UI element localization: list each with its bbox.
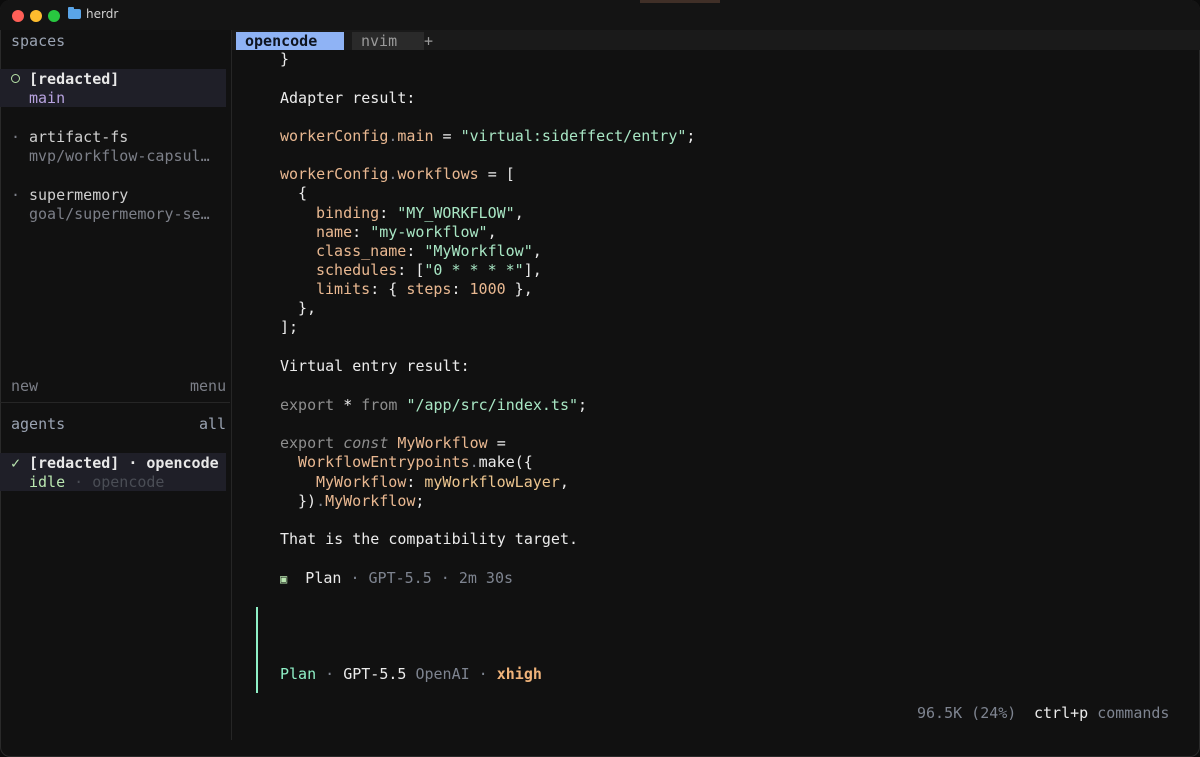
- pane-divider: [231, 30, 232, 740]
- tab-nvim[interactable]: nvim: [352, 32, 424, 50]
- tab-opencode[interactable]: opencode: [236, 32, 344, 50]
- space-item-redacted[interactable]: [redacted] main: [0, 69, 226, 107]
- space-detail: mvp/workflow-capsul…: [29, 147, 210, 165]
- space-name: [redacted]: [29, 70, 120, 88]
- code-line: export const MyWorkflow =: [280, 434, 506, 452]
- code-line: workerConfig.main = "virtual:sideffect/e…: [280, 127, 696, 145]
- space-item-supermemory[interactable]: · supermemory goal/supermemory-se…: [0, 185, 226, 223]
- prompt-mode-line[interactable]: Plan · GPT-5.5 OpenAI · xhigh: [280, 665, 542, 684]
- close-window-button[interactable]: [12, 10, 24, 22]
- code-line: WorkflowEntrypoints.make({: [298, 453, 533, 471]
- title-bar: herdr: [0, 0, 1200, 30]
- code-line: limits: { steps: 1000 },: [316, 280, 533, 298]
- space-name: supermemory: [29, 186, 129, 204]
- space-detail: goal/supermemory-se…: [29, 205, 210, 223]
- window-title: herdr: [68, 7, 118, 21]
- agent-sep: ·: [65, 473, 93, 491]
- space-item-artifact-fs[interactable]: · artifact-fs mvp/workflow-capsul…: [0, 127, 226, 165]
- add-tab-button[interactable]: +: [424, 32, 433, 50]
- agents-header: agents: [11, 415, 66, 433]
- zoom-window-button[interactable]: [48, 10, 60, 22]
- code-line: }).MyWorkflow;: [298, 492, 425, 510]
- sidebar-divider: [0, 402, 230, 403]
- spaces-header: spaces: [11, 32, 66, 50]
- tab-bar: opencode nvim +: [232, 30, 1200, 50]
- status-line: ▣ Plan · GPT-5.5 · 2m 30s: [280, 569, 514, 587]
- summary-text: That is the compatibility target.: [280, 530, 579, 548]
- space-name: artifact-fs: [29, 128, 129, 146]
- code-line: {: [298, 184, 308, 202]
- code-line: ];: [280, 318, 299, 336]
- agent-item[interactable]: ✓ [redacted] · opencode idle · opencode: [0, 453, 226, 491]
- folder-icon: [68, 7, 81, 19]
- app-window: herdr spaces [redacted] main · artifact-f…: [0, 0, 1200, 757]
- agents-all-button[interactable]: all: [199, 415, 226, 433]
- code-line: class_name: "MyWorkflow",: [316, 242, 542, 260]
- top-strip: [640, 0, 720, 3]
- commands-hint[interactable]: ctrl+p commands: [1034, 704, 1169, 722]
- space-detail: main: [29, 89, 66, 107]
- code-line: MyWorkflow: myWorkflowLayer,: [316, 473, 569, 491]
- new-space-button[interactable]: new: [11, 377, 38, 395]
- code-line: },: [298, 299, 317, 317]
- minimize-window-button[interactable]: [30, 10, 42, 22]
- check-icon: ✓: [11, 454, 21, 472]
- agent-status: idle: [29, 473, 66, 491]
- window-title-text: herdr: [86, 7, 119, 21]
- prompt-input-bar[interactable]: [256, 607, 258, 693]
- adapter-heading: Adapter result:: [280, 89, 416, 107]
- code-line: export * from "/app/src/index.ts";: [280, 396, 588, 414]
- agent-tool: opencode: [92, 473, 165, 491]
- active-space-ring-icon: [11, 74, 20, 83]
- menu-button[interactable]: menu: [190, 377, 226, 395]
- code-line: name: "my-workflow",: [316, 223, 497, 241]
- code-line: workerConfig.workflows = [: [280, 165, 515, 183]
- virtual-heading: Virtual entry result:: [280, 357, 470, 375]
- sidebar: spaces [redacted] main · artifact-fs mvp/…: [0, 30, 230, 757]
- code-line: binding: "MY_WORKFLOW",: [316, 204, 524, 222]
- code-line: schedules: ["0 * * * *"],: [316, 261, 542, 279]
- agent-name: [redacted] · opencode: [29, 454, 219, 472]
- code-line: }: [280, 50, 290, 68]
- token-usage: 96.5K (24%): [917, 704, 1017, 722]
- space-dot-icon: ·: [11, 186, 21, 204]
- space-dot-icon: ·: [11, 128, 21, 146]
